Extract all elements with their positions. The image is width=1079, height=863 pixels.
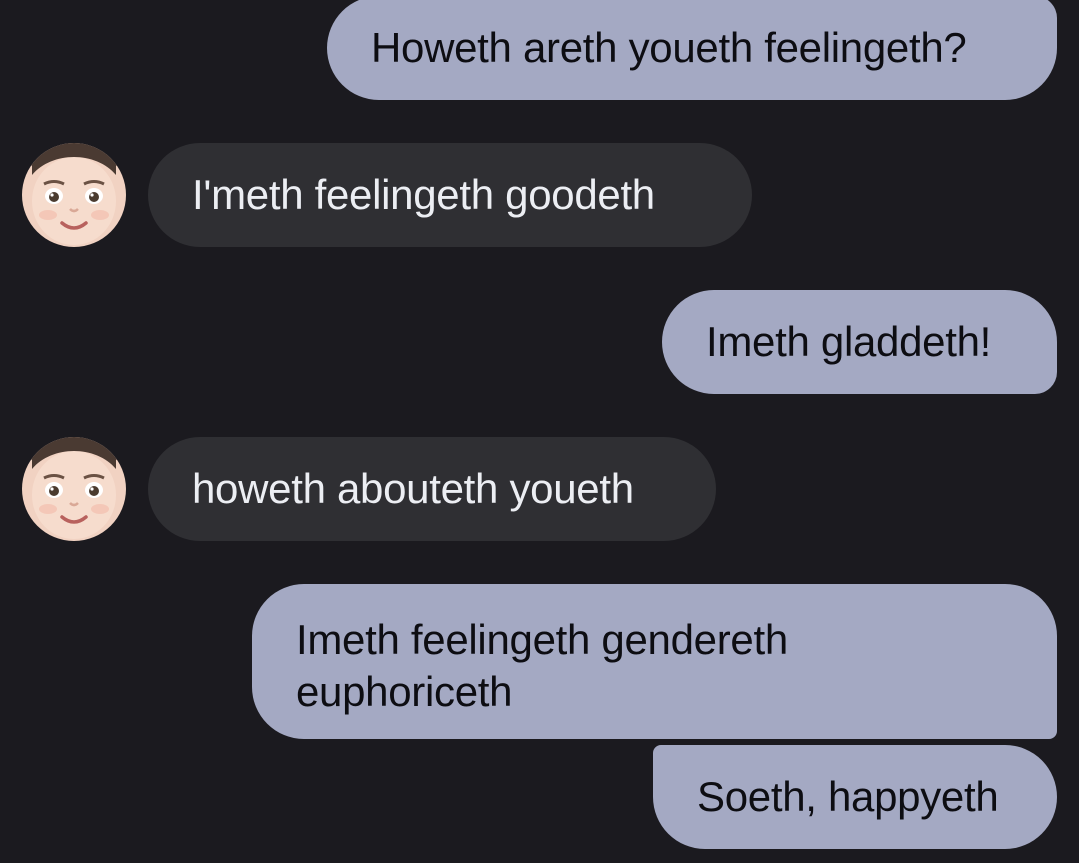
- memoji-face-icon: [22, 437, 126, 541]
- message-text: Soeth, happyeth: [697, 773, 999, 820]
- chat-thread: Howeth areth youeth feelingeth? I'meth f…: [0, 0, 1079, 863]
- message-text: I'meth feelingeth goodeth: [192, 171, 655, 218]
- message-text: Imeth feelingeth gendereth euphoriceth: [296, 616, 788, 715]
- contact-avatar[interactable]: [22, 143, 126, 247]
- message-text: howeth abouteth youeth: [192, 465, 634, 512]
- contact-avatar[interactable]: [22, 437, 126, 541]
- sent-message-bubble[interactable]: Howeth areth youeth feelingeth?: [327, 0, 1057, 100]
- memoji-face-icon: [22, 143, 126, 247]
- received-message-bubble[interactable]: howeth abouteth youeth: [148, 437, 716, 541]
- message-text: Howeth areth youeth feelingeth?: [371, 24, 967, 71]
- sent-message-bubble[interactable]: Soeth, happyeth: [653, 745, 1057, 849]
- message-text: Imeth gladdeth!: [706, 318, 992, 365]
- received-message-bubble[interactable]: I'meth feelingeth goodeth: [148, 143, 752, 247]
- sent-message-bubble[interactable]: Imeth feelingeth gendereth euphoriceth: [252, 584, 1057, 739]
- sent-message-bubble[interactable]: Imeth gladdeth!: [662, 290, 1057, 394]
